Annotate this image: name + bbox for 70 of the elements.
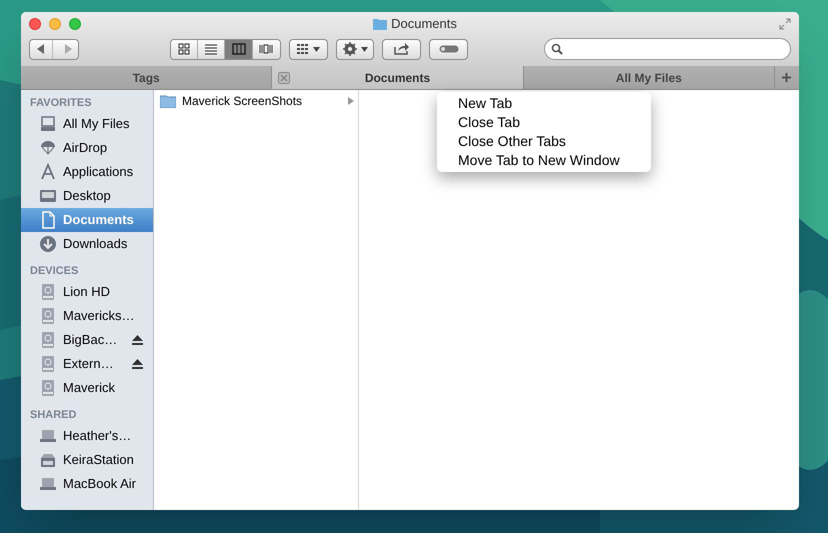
arrange-button[interactable] <box>288 38 328 60</box>
sidebar-item[interactable]: Heather's… <box>21 424 153 448</box>
view-button[interactable] <box>198 40 226 58</box>
new-tab-button[interactable] <box>774 66 799 89</box>
close-tab-icon[interactable] <box>278 72 290 84</box>
desktop-icon <box>39 187 57 205</box>
laptop-icon <box>39 427 57 445</box>
close-button[interactable] <box>29 18 41 30</box>
hard-drive-icon <box>39 307 57 325</box>
sidebar-item[interactable]: MacBook Air <box>21 472 153 496</box>
compass-a-icon <box>39 163 57 181</box>
folder-icon <box>373 18 388 30</box>
folder-row[interactable]: Maverick ScreenShots <box>154 92 358 110</box>
fullscreen-icon[interactable] <box>779 18 791 30</box>
folder-icon <box>160 94 176 108</box>
columns-icon <box>232 43 246 55</box>
grid-icon <box>296 44 309 54</box>
plus-icon <box>782 73 792 82</box>
sidebar-item[interactable]: Applications <box>21 160 153 184</box>
caret-icon <box>312 46 320 52</box>
menu-item[interactable]: Move Tab to New Window <box>437 151 651 170</box>
hard-drive-icon <box>39 379 57 397</box>
menu-item[interactable]: New Tab <box>437 94 651 113</box>
tag-icon <box>438 45 459 53</box>
gear-icon <box>342 42 357 56</box>
tab[interactable]: Documents <box>272 66 524 89</box>
share-button[interactable] <box>382 38 422 60</box>
tab[interactable]: Tags <box>21 66 272 89</box>
sidebar-item[interactable]: Maverick <box>21 376 153 400</box>
search-icon <box>551 43 564 55</box>
section-heading: DEVICES <box>29 264 80 279</box>
server-icon <box>39 451 57 469</box>
back-icon <box>36 44 45 54</box>
action-button[interactable] <box>336 38 374 60</box>
eject-icon[interactable] <box>132 359 143 369</box>
file-stack-icon <box>39 115 57 133</box>
disclosure-icon <box>348 97 354 105</box>
parachute-icon <box>39 139 57 157</box>
sidebar-item[interactable]: Extern… <box>21 352 153 376</box>
tab[interactable]: All My Files <box>524 66 775 89</box>
sidebar-item[interactable]: Downloads <box>21 232 153 256</box>
sidebar-item[interactable]: BigBac… <box>21 328 153 352</box>
menu-item[interactable]: Close Other Tabs <box>437 132 651 151</box>
sidebar-item[interactable]: AirDrop <box>21 136 153 160</box>
section-heading: FAVORITES <box>29 96 93 111</box>
sidebar-item[interactable]: Lion HD <box>21 280 153 304</box>
list-icon <box>204 43 218 55</box>
view-button[interactable] <box>225 40 253 58</box>
tags-button[interactable] <box>429 38 468 60</box>
caret-icon <box>360 46 368 52</box>
cover-flow-icon <box>259 43 274 55</box>
grid-icon <box>177 43 192 55</box>
download-icon <box>39 235 57 253</box>
sidebar-item[interactable]: Mavericks… <box>21 304 153 328</box>
view-button[interactable] <box>252 40 280 58</box>
sidebar-item[interactable]: KeiraStation <box>21 448 153 472</box>
menu-item[interactable]: Close Tab <box>437 113 651 132</box>
sidebar-item[interactable]: Desktop <box>21 184 153 208</box>
window-title: Documents <box>391 15 457 34</box>
section-heading: SHARED <box>29 408 78 423</box>
laptop-icon <box>39 475 57 493</box>
hard-drive-icon <box>39 331 57 349</box>
share-icon <box>394 43 410 55</box>
sidebar-item[interactable]: All My Files <box>21 112 153 136</box>
forward-icon <box>64 44 72 54</box>
hard-drive-icon <box>39 355 57 373</box>
view-button[interactable] <box>171 40 198 58</box>
hard-drive-icon <box>39 283 57 301</box>
eject-icon[interactable] <box>132 335 143 345</box>
search-field[interactable] <box>544 38 791 60</box>
